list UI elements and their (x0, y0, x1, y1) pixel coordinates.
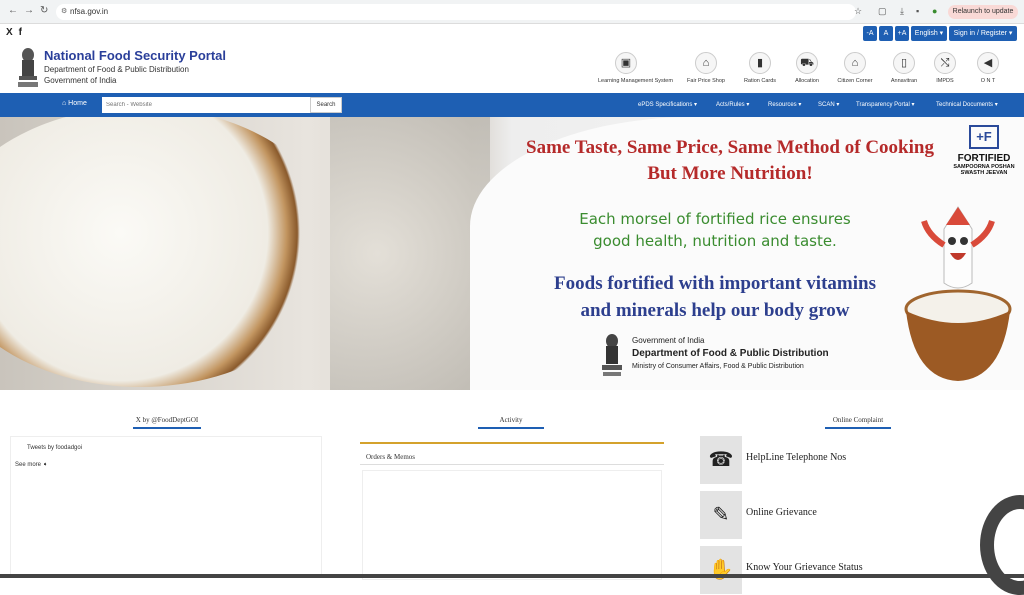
orders-memos-heading[interactable]: Orders & Memos (366, 453, 415, 461)
extension-icon[interactable]: ▢ (878, 6, 887, 17)
page-bottom-edge (0, 574, 1024, 578)
learning-management-link[interactable]: ▣ Learning Management System (598, 52, 673, 84)
menu-epds-specifications[interactable]: ePDS Specifications ▾ (638, 101, 697, 108)
twitter-feed-panel: Tweets by foodadgoi See more ➧ (10, 436, 322, 578)
rice-mascot-illustration (921, 206, 995, 289)
orders-memos-list[interactable] (362, 470, 662, 580)
fortified-rice-bowl-image (904, 289, 1012, 381)
twitter-section-heading: X by @FoodDeptGOI (120, 416, 214, 429)
x-icon[interactable]: X (6, 27, 13, 38)
emblem-icon (602, 334, 622, 376)
hero-banner[interactable]: Same Taste, Same Price, Same Method of C… (0, 117, 1024, 390)
relaunch-button[interactable]: Relaunch to update (948, 5, 1018, 19)
menu-scan[interactable]: SCAN ▾ (818, 101, 839, 108)
portal-title[interactable]: National Food Security Portal (44, 48, 226, 63)
download-icon[interactable]: ⤓ (900, 6, 904, 17)
menu-dots-icon[interactable]: ▪ (916, 6, 919, 16)
menu-resources[interactable]: Resources ▾ (768, 101, 801, 108)
ont-link[interactable]: ◀ O N T (960, 52, 1016, 84)
rice-background-image (330, 117, 490, 390)
reload-icon[interactable]: ↻ (40, 5, 48, 16)
font-increase-button[interactable]: +A (895, 26, 909, 41)
fortified-plus-f-icon: +F (969, 125, 999, 149)
grievance-status-link[interactable]: ✋ Know Your Grievance Status (700, 546, 960, 594)
banner-ministry-name: Ministry of Consumer Affairs, Food & Pub… (632, 363, 804, 370)
url-text: nfsa.gov.in (70, 7, 109, 16)
menu-transparency-portal[interactable]: Transparency Portal ▾ (856, 101, 914, 108)
divider (360, 464, 664, 465)
forward-arrow-icon[interactable]: → (24, 5, 34, 16)
online-grievance-link[interactable]: ✎ Online Grievance (700, 491, 960, 539)
rice-bowl-image (0, 117, 340, 387)
pencil-icon: ✎ (700, 491, 742, 539)
site-info-icon[interactable]: ⚙ (61, 4, 67, 20)
government-name: Government of India (44, 76, 117, 85)
banner-headline-2: But More Nutrition! (647, 163, 813, 184)
font-normal-button[interactable]: A (879, 26, 893, 41)
fortified-logo: +F FORTIFIED SAMPOORNA POSHAN SWASTH JEE… (948, 125, 1020, 195)
banner-gov-block: Government of India Department of Food &… (600, 332, 870, 382)
complaint-section-heading: Online Complaint (822, 416, 894, 429)
banner-gov-name: Government of India (632, 336, 705, 345)
shop-icon: ⌂ (695, 52, 717, 74)
activity-panel: Orders & Memos (360, 442, 664, 580)
department-name: Department of Food & Public Distribution (44, 65, 189, 74)
menu-acts-rules[interactable]: Acts/Rules ▾ (716, 101, 749, 108)
search-input[interactable] (102, 97, 310, 113)
hand-icon: ✋ (700, 546, 742, 594)
signin-register-button[interactable]: Sign in / Register ▾ (949, 26, 1017, 41)
card-icon: ▮ (749, 52, 771, 74)
banner-headline-1: Same Taste, Same Price, Same Method of C… (526, 137, 934, 158)
main-navbar: ⌂ Home Search ePDS Specifications ▾ Acts… (0, 93, 1024, 117)
language-select[interactable]: English ▾ (911, 26, 947, 41)
utility-bar: Xf -A A +A English ▾ Sign in / Register … (0, 24, 1024, 42)
megaphone-icon: ◀ (977, 52, 999, 74)
search-button[interactable]: Search (310, 97, 342, 113)
see-more-link[interactable]: See more ➧ (15, 461, 48, 468)
banner-vitamins-1: Foods fortified with important vitamins (554, 273, 876, 294)
activity-section-heading: Activity (476, 416, 546, 429)
banner-subline-2: good health, nutrition and taste. (593, 232, 837, 250)
font-decrease-button[interactable]: -A (863, 26, 877, 41)
social-links: Xf (6, 27, 28, 38)
citizen-corner-link[interactable]: ⌂ Citizen Corner (827, 52, 883, 84)
profile-icon[interactable]: ● (932, 6, 937, 16)
banner-dept-name: Department of Food & Public Distribution (632, 348, 829, 359)
back-arrow-icon[interactable]: ← (8, 5, 18, 16)
truck-icon: ⛟ (796, 52, 818, 74)
house-icon: ⌂ (844, 52, 866, 74)
monitor-icon: ▣ (615, 52, 637, 74)
home-link[interactable]: ⌂ Home (62, 100, 87, 107)
menu-technical-documents[interactable]: Technical Documents ▾ (936, 101, 998, 108)
fair-price-shop-link[interactable]: ⌂ Fair Price Shop (678, 52, 734, 84)
decorative-corner-shape (980, 495, 1024, 595)
star-icon[interactable]: ☆ (854, 6, 862, 17)
telephone-icon: ☎ (700, 436, 742, 484)
site-header: National Food Security Portal Department… (0, 42, 1024, 92)
national-emblem-icon (18, 48, 38, 87)
shuffle-icon: ⤭ (934, 52, 956, 74)
helpline-link[interactable]: ☎ HelpLine Telephone Nos (700, 436, 960, 484)
browser-toolbar: ← → ↻ ⚙ nfsa.gov.in ☆ ▢ ⤓ ▪ ● Relaunch to… (0, 0, 1024, 24)
device-icon: ▯ (893, 52, 915, 74)
banner-vitamins-2: and minerals help our body grow (580, 300, 850, 321)
address-bar[interactable]: ⚙ nfsa.gov.in (56, 4, 856, 20)
facebook-icon[interactable]: f (19, 27, 22, 38)
tweets-link[interactable]: Tweets by foodadgoi (27, 445, 82, 451)
banner-subline-1: Each morsel of fortified rice ensures (579, 210, 851, 228)
